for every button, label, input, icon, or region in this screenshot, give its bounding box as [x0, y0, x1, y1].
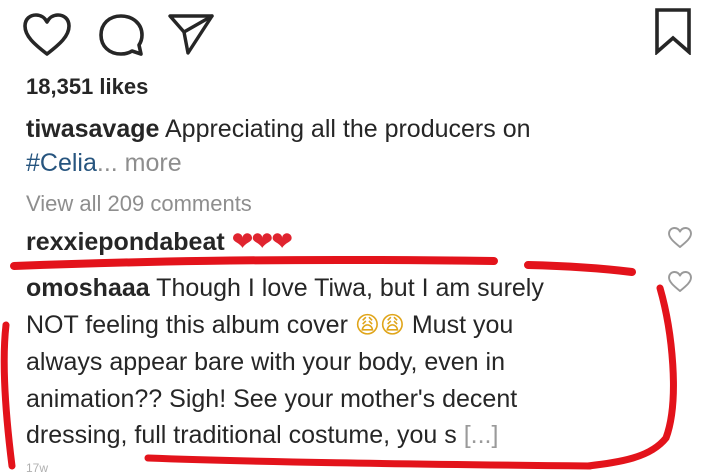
comment-like-heart-icon[interactable]: [667, 270, 693, 294]
caption-more-link[interactable]: ... more: [97, 149, 182, 177]
post-timestamp: 17w: [26, 461, 49, 472]
caption-hashtag[interactable]: #Celia: [26, 149, 97, 177]
comment-username[interactable]: rexxiepondabeat: [26, 228, 225, 256]
comment-item: rexxiepondabeat ❤❤❤: [26, 224, 293, 259]
post-caption: tiwasavage Appreciating all the producer…: [26, 112, 646, 180]
heart-emojis: ❤❤❤: [231, 226, 293, 256]
share-paper-plane-icon[interactable]: [166, 10, 216, 56]
like-heart-icon[interactable]: [22, 12, 72, 58]
comment-text-line: always appear bare with your body, even …: [26, 348, 505, 376]
weary-face-emojis: 😩😩: [354, 311, 405, 339]
view-all-comments-link[interactable]: View all 209 comments: [26, 189, 252, 219]
likes-count[interactable]: 18,351 likes: [26, 72, 148, 102]
caption-username[interactable]: tiwasavage: [26, 115, 159, 143]
save-bookmark-icon[interactable]: [651, 7, 695, 55]
comment-text-line: Must you: [411, 310, 514, 339]
comment-bubble-icon[interactable]: [98, 12, 146, 58]
caption-text: Appreciating all the producers on: [165, 115, 531, 143]
comment-text-line: NOT feeling this album cover: [26, 310, 348, 339]
underline-stroke: [10, 255, 498, 270]
bottom-underline-stroke: [144, 454, 594, 470]
left-bracket-stroke: [0, 321, 16, 470]
comment-username[interactable]: omoshaaa: [26, 274, 150, 302]
comment-like-heart-icon[interactable]: [667, 226, 693, 250]
comment-text-line: Though I love Tiwa, but I am surely: [156, 274, 544, 302]
comment-expand-link[interactable]: [...]: [464, 421, 499, 449]
comment-item: omoshaaa Though I love Tiwa, but I am su…: [26, 270, 626, 454]
comment-text-line: dressing, full traditional costume, you …: [26, 421, 457, 449]
comment-text-line: animation?? Sigh! See your mother's dece…: [26, 384, 518, 413]
